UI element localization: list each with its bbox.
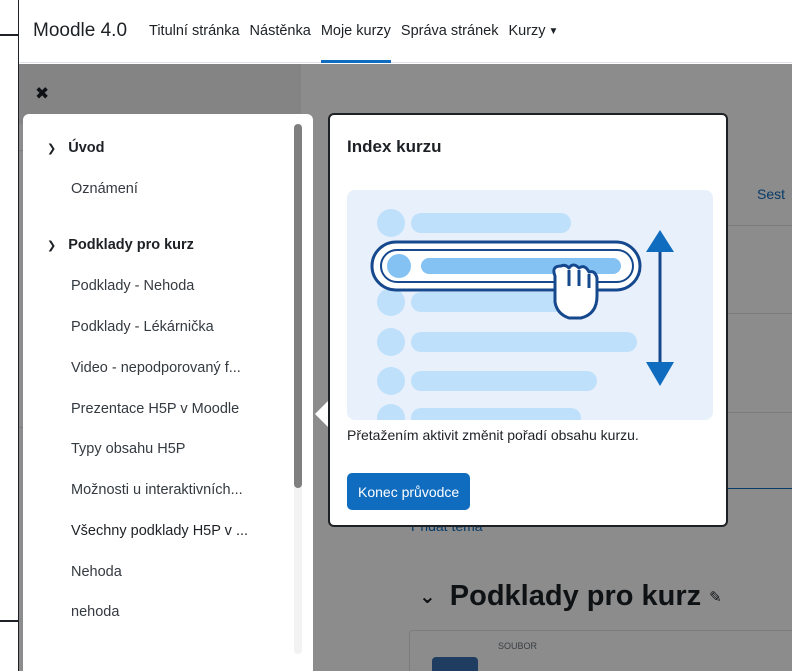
- tour-title: Index kurzu: [347, 137, 442, 156]
- nav-link-home[interactable]: Titulní stránka: [149, 0, 240, 63]
- top-navbar: Moodle 4.0 Titulní stránka Nástěnka Moje…: [19, 0, 792, 63]
- section-podklady[interactable]: ❯ Podklady pro kurz: [47, 237, 194, 253]
- index-item[interactable]: Možnosti u interaktivních...: [71, 482, 243, 498]
- index-item[interactable]: Prezentace H5P v Moodle: [71, 401, 239, 417]
- nav-link-courses[interactable]: Kurzy ▼: [508, 0, 558, 63]
- tour-popover: Index kurzu Přetažením aktivit změnit po…: [328, 113, 728, 527]
- end-tour-button[interactable]: Konec průvodce: [347, 473, 471, 510]
- nav-link-dashboard[interactable]: Nástěnka: [250, 0, 311, 63]
- drag-illustration-svg: [370, 209, 674, 420]
- index-item[interactable]: Typy obsahu H5P: [71, 441, 185, 457]
- index-item[interactable]: Podklady - Nehoda: [71, 278, 194, 294]
- section-uvod-label: Úvod: [68, 140, 105, 156]
- scrollbar-thumb[interactable]: [294, 124, 302, 488]
- tour-description: Přetažením aktivit změnit pořadí obsahu …: [347, 427, 639, 443]
- nav-link-courses-label: Kurzy: [508, 23, 546, 39]
- chevron-down-icon: ▼: [548, 25, 559, 37]
- popover-arrow: [315, 400, 329, 428]
- section-podklady-label: Podklady pro kurz: [68, 237, 194, 253]
- frame-line-top: [0, 34, 18, 36]
- frame-line-bottom: [0, 620, 18, 622]
- index-item[interactable]: Všechny podklady H5P v ...: [71, 523, 248, 539]
- nav-link-site-admin[interactable]: Správa stránek: [401, 0, 499, 63]
- course-index: ❯ Úvod Oznámení ❯ Podklady pro kurz Podkla…: [23, 114, 313, 671]
- index-item-announcements[interactable]: Oznámení: [71, 181, 138, 197]
- index-item[interactable]: Video - nepodporovaný f...: [71, 360, 241, 376]
- index-item[interactable]: Podklady - Lékárnička: [71, 319, 214, 335]
- drag-illustration: [347, 190, 713, 420]
- moodle-page: Moodle 4.0 Titulní stránka Nástěnka Moje…: [18, 0, 792, 671]
- nav-link-my-courses[interactable]: Moje kurzy: [320, 0, 392, 63]
- chevron-down-icon[interactable]: ❯: [47, 142, 56, 155]
- section-uvod[interactable]: ❯ Úvod: [47, 140, 104, 156]
- index-item[interactable]: nehoda: [71, 604, 119, 620]
- chevron-down-icon[interactable]: ❯: [47, 239, 56, 252]
- index-item[interactable]: Nehoda: [71, 564, 122, 580]
- site-brand[interactable]: Moodle 4.0: [33, 20, 127, 42]
